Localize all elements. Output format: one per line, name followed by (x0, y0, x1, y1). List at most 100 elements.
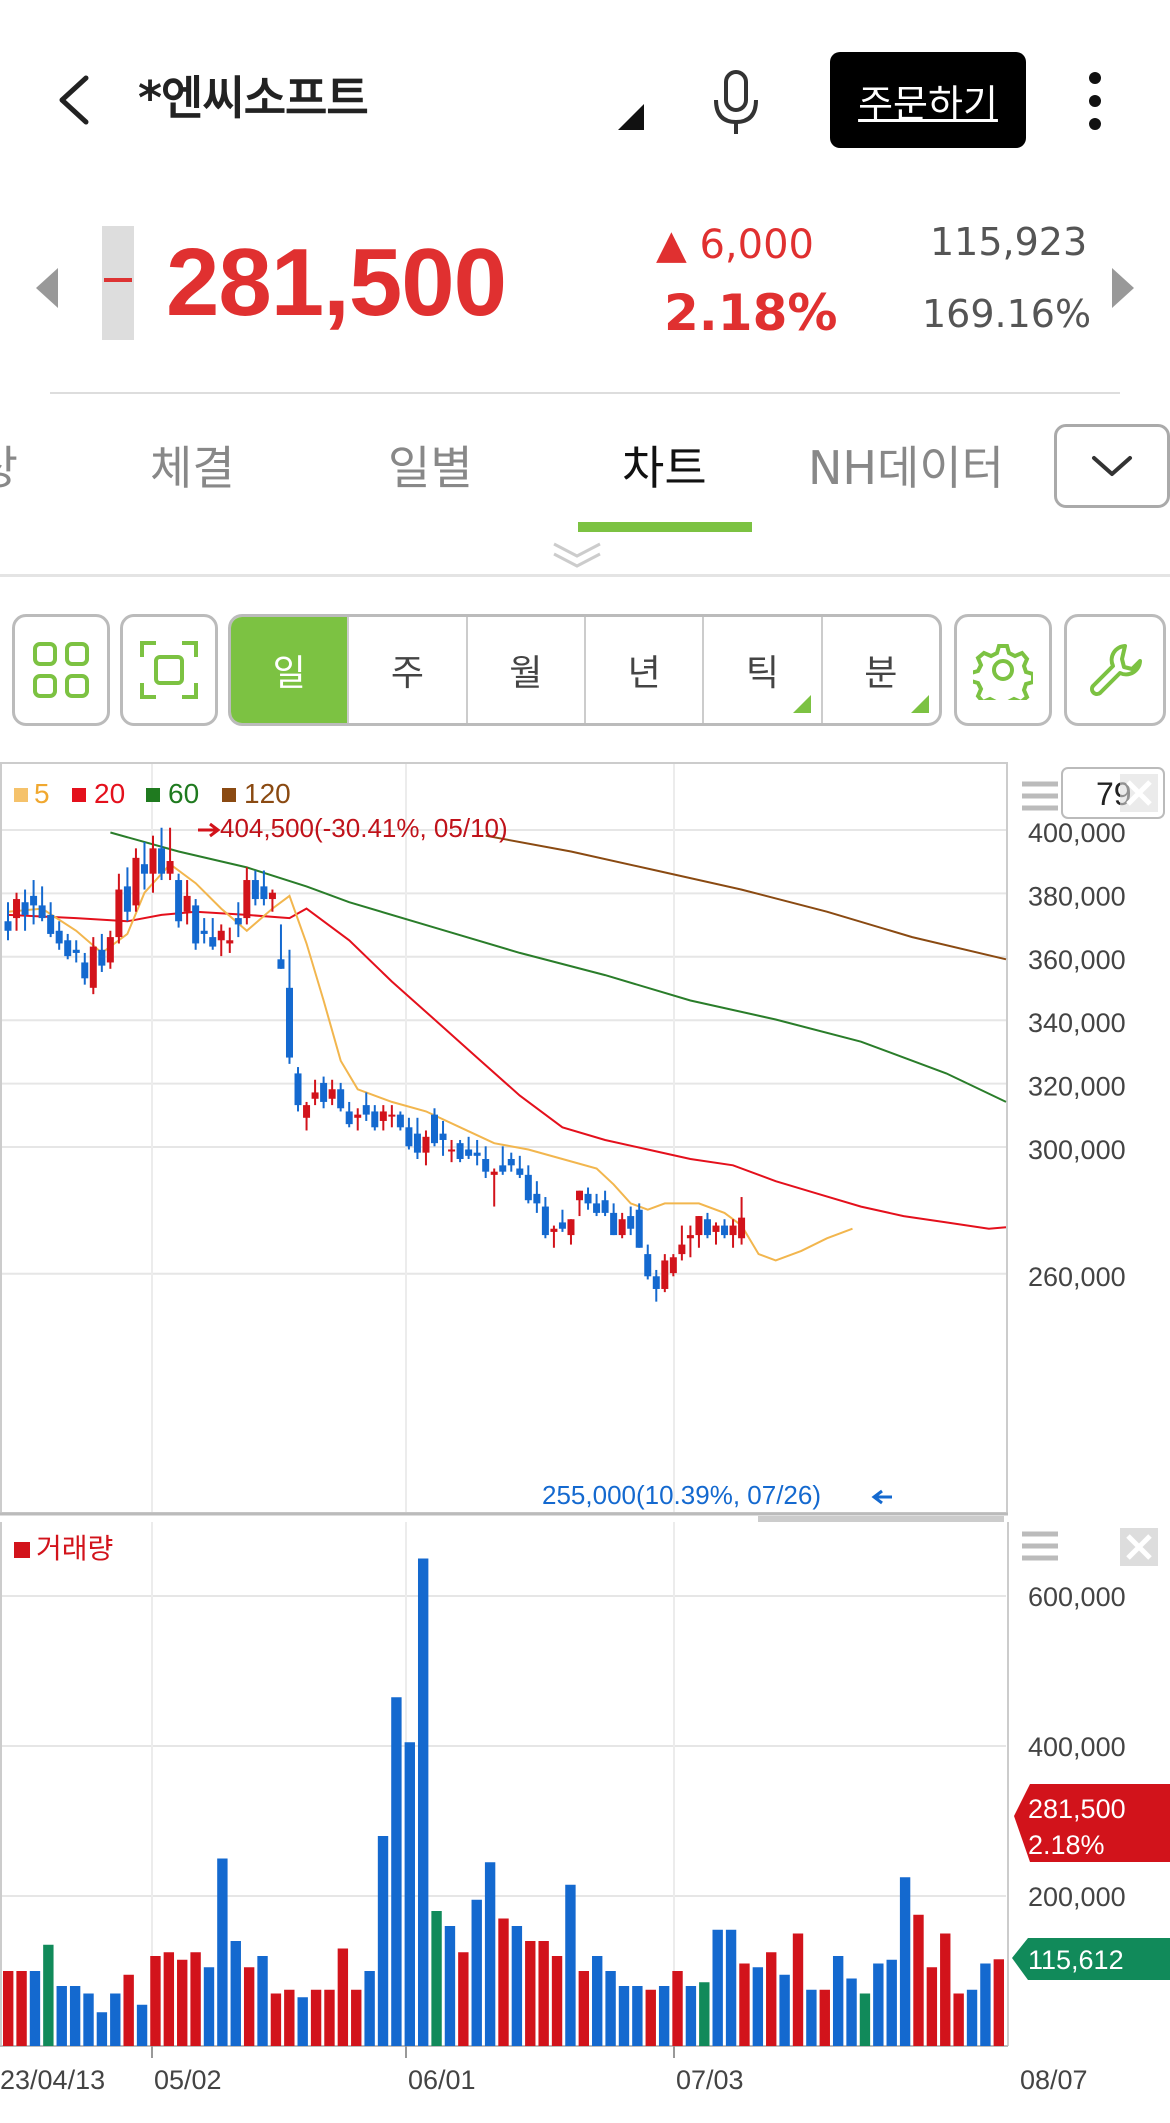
candle-body (123, 886, 131, 912)
candle-body (686, 1235, 694, 1239)
order-button[interactable]: 주문하기 (830, 52, 1026, 148)
ma60-line (110, 831, 1007, 1103)
next-stock-arrow-icon[interactable] (1112, 268, 1134, 308)
volume-bar (431, 1911, 442, 2046)
candle-body (703, 1219, 711, 1236)
candle-body (303, 1105, 311, 1118)
period-button-0[interactable]: 일 (231, 617, 348, 723)
volume-bar (270, 1993, 282, 2046)
candle-body (456, 1143, 464, 1159)
volume-bar (966, 1989, 978, 2046)
period-button-5[interactable]: 분 (820, 617, 939, 723)
candle-body (371, 1111, 379, 1128)
volume-bar (484, 1862, 496, 2046)
price-change: ▲ 6,000 (656, 222, 814, 268)
tab-trades[interactable]: 체결 (150, 432, 235, 498)
x-tick-label: 06/01 (408, 2065, 476, 2095)
candle-body (285, 987, 293, 1058)
candle-body (695, 1216, 703, 1236)
close-panel-icon[interactable] (1120, 774, 1158, 812)
candle-body (524, 1174, 532, 1201)
fullscreen-button[interactable] (120, 614, 218, 726)
more-options-icon[interactable] (1080, 70, 1110, 132)
volume-bar (96, 2012, 108, 2046)
volume-bar (618, 1986, 630, 2046)
close-volume-panel-icon[interactable] (1120, 1528, 1158, 1566)
period-button-4[interactable]: 틱 (702, 617, 820, 723)
volume-bar (926, 1967, 938, 2046)
candle-body (729, 1225, 737, 1236)
tab-expand-button[interactable] (1054, 424, 1170, 508)
y-tick-label: 400,000 (1028, 1732, 1126, 1762)
tab-nh-data[interactable]: NH데이터 (808, 432, 1004, 498)
legend-label-ma20: 20 (94, 778, 125, 809)
volume-bar (699, 1982, 710, 2046)
tab-daily[interactable]: 일별 (388, 432, 473, 498)
divider (50, 392, 1120, 394)
double-chevron-down-icon[interactable] (550, 540, 604, 570)
candle-body (482, 1159, 490, 1172)
candle-body (311, 1092, 319, 1099)
legend-label-ma5: 5 (34, 778, 50, 809)
volume-bar (725, 1929, 737, 2046)
y-tick-label: 600,000 (1028, 1582, 1126, 1612)
price-panel-menu-icon[interactable] (1022, 781, 1058, 811)
period-selector[interactable]: 일주 월년틱분 (228, 614, 942, 726)
volume-panel-menu-icon[interactable] (1022, 1531, 1058, 1561)
volume-bar (752, 1967, 764, 2046)
y-tick-label: 340,000 (1028, 1008, 1126, 1038)
volume-bar (16, 1971, 27, 2046)
legend-swatch-ma60 (146, 788, 160, 802)
volume-bar (940, 1933, 951, 2046)
candle-body (98, 949, 106, 966)
volume-bar (458, 1952, 469, 2046)
volume-bar (899, 1877, 911, 2046)
x-tick-label: 05/02 (154, 2065, 222, 2095)
previous-stock-arrow-icon[interactable] (36, 268, 58, 308)
volume-bar (284, 1989, 295, 2046)
layout-grid-button[interactable] (12, 614, 110, 726)
candle-body (439, 1133, 447, 1140)
volume-bar (859, 1993, 871, 2046)
volume-bar (310, 1989, 322, 2046)
volume-bar (766, 1952, 777, 2046)
candle-body (499, 1165, 507, 1172)
candle-body (541, 1206, 549, 1236)
tab-chart[interactable]: 차트 (622, 432, 707, 498)
candle-body (635, 1209, 643, 1248)
stock-chart[interactable]: 400,000 380,000 360,000 340,000 320,000 300,0… (0, 762, 1170, 2119)
period-button-3[interactable]: 년 (583, 617, 702, 723)
back-icon[interactable] (48, 70, 108, 130)
legend-swatch-volume (14, 1542, 30, 1558)
gear-icon (973, 644, 1033, 700)
y-tick-label: 320,000 (1028, 1072, 1126, 1102)
tab-quote[interactable]: 상 (0, 432, 18, 498)
volume-bar (177, 1959, 188, 2046)
candle-body (558, 1222, 566, 1229)
settings-button[interactable] (954, 614, 1052, 726)
dropdown-triangle-icon[interactable] (618, 104, 644, 130)
candle-body (158, 848, 166, 874)
candle-body (422, 1136, 430, 1153)
period-button-1[interactable]: 주 (347, 617, 465, 723)
microphone-icon[interactable] (708, 68, 764, 138)
stock-name[interactable]: *엔씨소프트 (138, 62, 369, 128)
tools-button[interactable] (1064, 614, 1166, 726)
period-label: 월 (509, 653, 543, 694)
trading-volume: 115,923 (930, 220, 1088, 264)
x-tick-label: 07/03 (676, 2065, 744, 2095)
volume-bar (351, 1989, 362, 2046)
low-annotation: 255,000(10.39%, 07/26) (542, 1480, 892, 1510)
period-button-2[interactable]: 월 (465, 617, 584, 723)
y-tick-label: 380,000 (1028, 881, 1126, 911)
candle-body (294, 1073, 302, 1106)
candle-body (576, 1190, 584, 1201)
candle-body (55, 930, 63, 944)
candle-body (106, 937, 114, 963)
candle-body (448, 1149, 456, 1152)
candle-body (72, 949, 80, 953)
legend-label-volume: 거래량 (36, 1533, 113, 1564)
volume-bar (56, 1986, 67, 2046)
volume-bar (3, 1971, 14, 2046)
volume-rate: 169.16% (922, 292, 1092, 336)
